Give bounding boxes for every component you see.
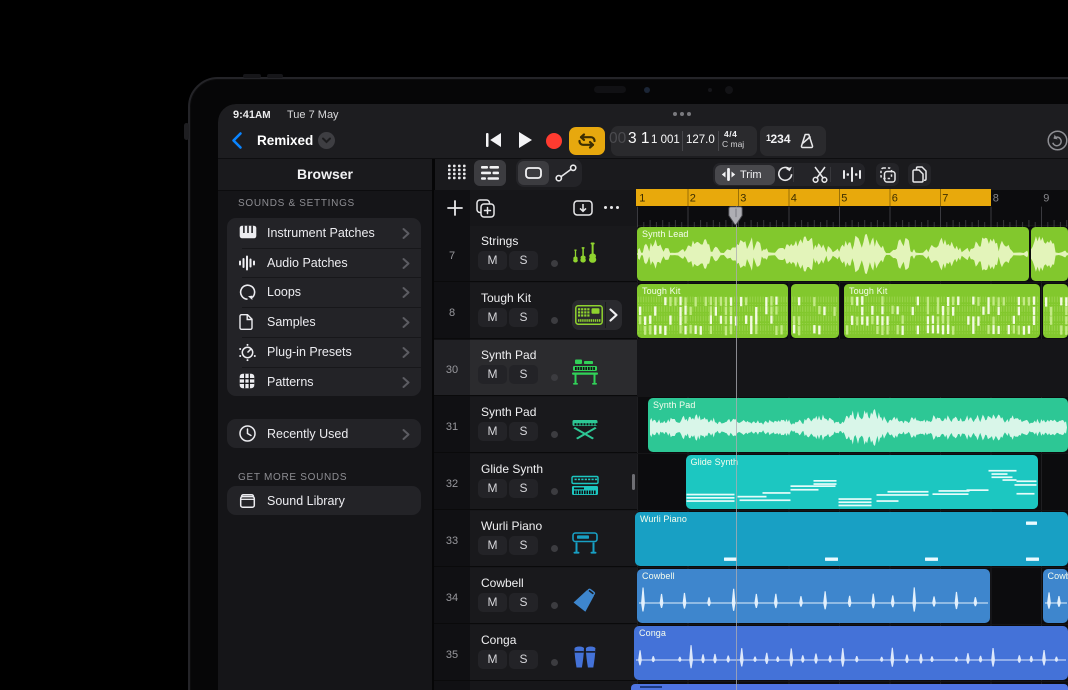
- svg-text:4: 4: [791, 193, 797, 205]
- svg-text:5: 5: [841, 193, 847, 205]
- svg-text:3: 3: [740, 193, 746, 205]
- svg-text:8: 8: [993, 193, 999, 205]
- svg-text:7: 7: [942, 193, 948, 205]
- svg-text:2: 2: [690, 193, 696, 205]
- svg-text:9: 9: [1043, 193, 1049, 205]
- svg-text:6: 6: [892, 193, 898, 205]
- svg-text:1: 1: [639, 193, 645, 205]
